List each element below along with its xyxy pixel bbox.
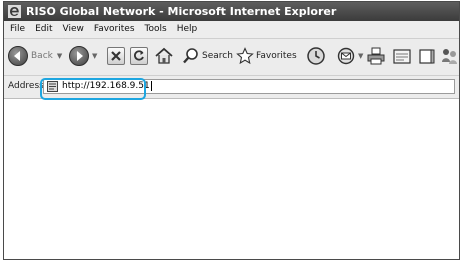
browser-window: RISO Global Network - Microsoft Internet… (3, 1, 460, 260)
toolbar: Back ▼ ▼ Search Favorites ▼ (4, 39, 459, 76)
back-button[interactable]: Back ▼ (8, 45, 62, 67)
history-button[interactable] (306, 45, 326, 67)
back-icon (8, 46, 28, 66)
messenger-button[interactable] (440, 45, 459, 67)
address-label: Address (8, 81, 44, 91)
back-label: Back (31, 51, 53, 61)
mail-dropdown-icon[interactable]: ▼ (358, 52, 363, 60)
forward-button[interactable]: ▼ (69, 45, 97, 67)
address-highlight-callout (40, 78, 146, 100)
favorites-label: Favorites (256, 51, 297, 61)
discuss-button[interactable] (418, 45, 436, 67)
history-icon (307, 47, 325, 65)
window-title: RISO Global Network - Microsoft Internet… (26, 5, 337, 18)
forward-dropdown-icon[interactable]: ▼ (92, 52, 97, 60)
print-icon (367, 47, 385, 65)
home-button[interactable] (154, 45, 174, 67)
mail-icon (337, 47, 355, 65)
menu-file[interactable]: File (4, 21, 30, 38)
edit-icon (393, 49, 411, 64)
menu-bar: File Edit View Favorites Tools Help (4, 21, 459, 39)
forward-icon (69, 46, 89, 66)
refresh-button[interactable] (130, 45, 148, 67)
favorites-button[interactable]: Favorites (236, 45, 297, 67)
favorites-star-icon (236, 47, 254, 65)
menu-help[interactable]: Help (172, 21, 203, 38)
search-button[interactable]: Search (182, 45, 233, 67)
menu-edit[interactable]: Edit (30, 21, 57, 38)
edit-button[interactable] (392, 45, 412, 67)
mail-button[interactable]: ▼ (337, 45, 363, 67)
refresh-icon (130, 47, 148, 65)
messenger-icon (442, 49, 457, 64)
search-icon (183, 48, 198, 64)
home-icon (155, 47, 173, 64)
search-label: Search (202, 51, 233, 61)
print-button[interactable] (366, 45, 386, 67)
menu-tools[interactable]: Tools (140, 21, 172, 38)
title-bar: RISO Global Network - Microsoft Internet… (4, 2, 459, 21)
menu-view[interactable]: View (58, 21, 89, 38)
menu-favorites[interactable]: Favorites (89, 21, 140, 38)
page-content (4, 99, 459, 259)
discuss-icon (419, 49, 435, 64)
back-dropdown-icon[interactable]: ▼ (57, 52, 62, 60)
ie-logo-icon (8, 5, 21, 18)
text-cursor (150, 80, 152, 91)
stop-icon (107, 47, 125, 65)
stop-button[interactable] (107, 45, 125, 67)
